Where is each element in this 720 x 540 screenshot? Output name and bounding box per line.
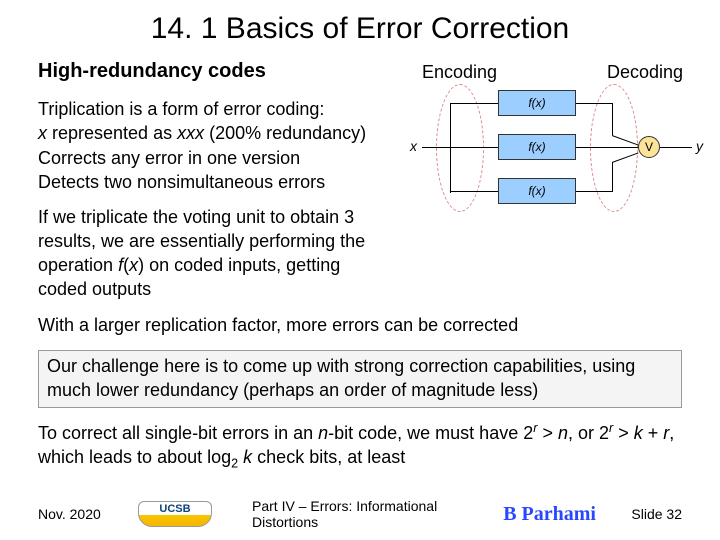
triplication-para: Triplication is a form of error coding: … [38, 97, 408, 194]
trip-line-1: Triplication is a form of error coding: [38, 99, 324, 119]
p2-x: x [129, 255, 138, 275]
section-heading: High-redundancy codes [38, 60, 408, 83]
wire [450, 103, 498, 104]
fx-box: f(x) [498, 178, 576, 204]
replication-para: With a larger replication factor, more e… [0, 314, 720, 338]
footer-date: Nov. 2020 [38, 506, 138, 522]
p5-n1: n [318, 423, 328, 443]
voter-node: V [638, 136, 660, 158]
decoding-label: Decoding [607, 62, 683, 83]
p5-n2: n [558, 423, 568, 443]
triplicate-voting-para: If we triplicate the voting unit to obta… [0, 206, 430, 302]
wire [576, 147, 638, 148]
wire [612, 103, 613, 135]
p5-k1: k [634, 423, 643, 443]
p5h: check bits, at least [252, 447, 405, 467]
trip-x: x [38, 123, 47, 143]
wire [576, 191, 612, 192]
p5c: > [537, 423, 558, 443]
wire [450, 147, 498, 148]
trip-line-3: Corrects any error in one version [38, 148, 300, 168]
trip-line-4: Detects two nonsimultaneous errors [38, 172, 325, 192]
slide-number: Slide 32 [612, 506, 682, 522]
wire [422, 147, 450, 148]
challenge-callout: Our challenge here is to come up with st… [38, 350, 682, 408]
footer-part: Part IV – Errors: Informational Distorti… [232, 498, 503, 530]
ucsb-logo: UCSB [138, 501, 212, 527]
y-label: y [696, 138, 703, 154]
slide-footer: Nov. 2020 UCSB Part IV – Errors: Informa… [0, 498, 720, 530]
trip-xxx: xxx [177, 123, 204, 143]
wire [450, 191, 498, 192]
single-bit-para: To correct all single-bit errors in an n… [0, 420, 720, 472]
wire [576, 103, 612, 104]
p5a: To correct all single-bit errors in an [38, 423, 318, 443]
fx-box: f(x) [498, 90, 576, 116]
triplication-diagram: x y f(x) f(x) f(x) V [400, 90, 712, 205]
p5d: , or 2 [568, 423, 609, 443]
author-signature: B Parhami [503, 503, 596, 526]
page-title: 14. 1 Basics of Error Correction [0, 0, 720, 60]
encoding-label: Encoding [422, 62, 497, 83]
wire [450, 103, 451, 193]
p5b: -bit code, we must have 2 [328, 423, 533, 443]
p5f: + [643, 423, 664, 443]
x-label: x [410, 138, 417, 154]
p5-k2: k [243, 447, 252, 467]
trip-redundancy: (200% redundancy) [204, 123, 366, 143]
trip-rep: represented as [47, 123, 177, 143]
wire [612, 162, 613, 192]
p5e: > [613, 423, 634, 443]
wire [660, 147, 692, 148]
fx-box: f(x) [498, 134, 576, 160]
